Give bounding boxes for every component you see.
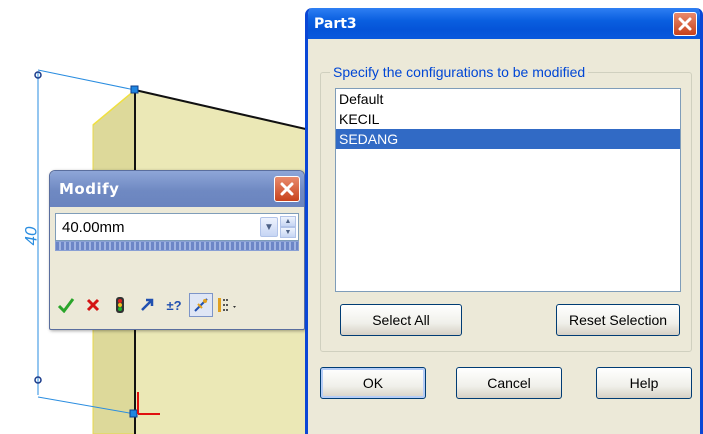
vertex-marker xyxy=(129,409,138,418)
modify-close-button[interactable] xyxy=(274,176,300,202)
dimension-value-text[interactable]: 40.00mm xyxy=(56,219,260,236)
list-item[interactable]: KECIL xyxy=(336,109,680,129)
modify-dialog: Modify 40.00mm ▼ ▲ ▼ ±? xyxy=(49,170,305,330)
vertex-marker xyxy=(130,85,139,94)
close-icon xyxy=(678,17,692,30)
configurations-dialog: Part3 Specify the configurations to be m… xyxy=(305,8,703,434)
tolerance-icon[interactable]: ±? xyxy=(162,293,186,317)
ok-checkmark-icon[interactable] xyxy=(54,293,78,317)
list-item[interactable]: Default xyxy=(336,89,680,109)
dimension-value-label[interactable]: 40 xyxy=(21,227,41,246)
list-item-selected[interactable]: SEDANG xyxy=(336,129,680,149)
select-all-button[interactable]: Select All xyxy=(340,304,462,336)
part-title: Part3 xyxy=(314,15,357,32)
close-icon xyxy=(280,182,294,196)
modify-title: Modify xyxy=(59,180,120,198)
modify-titlebar[interactable]: Modify xyxy=(50,171,304,207)
modify-toolbar: ±? xyxy=(54,292,240,318)
help-button[interactable]: Help xyxy=(596,367,692,399)
dropdown-arrow-button[interactable]: ▼ xyxy=(260,217,278,237)
dimension-extension-line xyxy=(37,69,136,91)
cancel-button[interactable]: Cancel xyxy=(456,367,562,399)
part-close-button[interactable] xyxy=(673,11,697,36)
reset-selection-button[interactable]: Reset Selection xyxy=(556,304,680,336)
part-titlebar[interactable]: Part3 xyxy=(308,8,700,39)
mark-dimension-icon[interactable] xyxy=(189,293,213,317)
configurations-list[interactable]: Default KECIL SEDANG xyxy=(335,88,681,292)
group-label: Specify the configurations to be modifie… xyxy=(330,64,589,80)
cancel-x-icon[interactable] xyxy=(81,293,105,317)
chevron-down-icon: ▼ xyxy=(264,221,274,233)
thumbwheel-slider[interactable] xyxy=(55,241,299,251)
configurations-icon[interactable] xyxy=(216,293,240,317)
spin-down-icon[interactable]: ▼ xyxy=(280,227,296,238)
ok-button[interactable]: OK xyxy=(320,367,426,399)
spin-up-icon[interactable]: ▲ xyxy=(280,216,296,227)
rebuild-traffic-light-icon[interactable] xyxy=(108,293,132,317)
value-spinner[interactable]: ▲ ▼ xyxy=(280,216,296,238)
dimension-value-input[interactable]: 40.00mm ▼ ▲ ▼ xyxy=(55,213,299,241)
reverse-sense-icon[interactable] xyxy=(135,293,159,317)
